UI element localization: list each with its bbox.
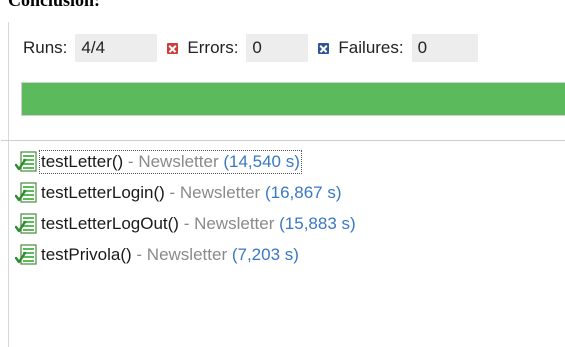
test-method-name: testLetterLogin(): [41, 182, 165, 202]
test-result-text: testLetterLogin() - Newsletter (16,867 s…: [41, 183, 342, 203]
test-separator: -: [131, 244, 147, 264]
test-result-text: testLetterLogOut() - Newsletter (15,883 …: [41, 214, 356, 234]
failure-icon: [318, 42, 330, 54]
test-passed-icon: [14, 181, 39, 204]
test-result-row[interactable]: testLetter() - Newsletter (14,540 s): [14, 146, 356, 177]
test-result-text: testPrivola() - Newsletter (7,203 s): [41, 245, 299, 265]
runs-value: 4/4: [75, 34, 158, 62]
errors-value: 0: [246, 34, 309, 62]
error-icon: [167, 42, 179, 54]
test-method-name: testPrivola(): [41, 244, 132, 264]
test-duration: (15,883 s): [279, 213, 356, 233]
errors-counter: Errors: 0: [167, 34, 309, 62]
test-method-name: testLetterLogOut(): [41, 213, 179, 233]
test-progress-bar: [21, 82, 565, 116]
runs-label: Runs:: [23, 38, 68, 57]
test-duration: (16,867 s): [264, 182, 342, 202]
test-result-row[interactable]: testLetterLogin() - Newsletter (16,867 s…: [14, 177, 356, 208]
junit-panel: Runs: 4/4 Errors: 0 Failures: 0 testLett…: [1, 22, 565, 347]
test-result-row[interactable]: testLetterLogOut() - Newsletter (15,883 …: [14, 208, 356, 239]
test-separator: -: [178, 213, 195, 233]
counters-bar: Runs: 4/4 Errors: 0 Failures: 0: [9, 32, 565, 64]
test-class-name: Newsletter: [194, 213, 275, 233]
test-class-name: Newsletter: [138, 151, 219, 171]
test-class-name: Newsletter: [146, 244, 228, 264]
test-passed-icon: [14, 212, 39, 235]
test-passed-icon: [14, 150, 39, 173]
test-results-list: testLetter() - Newsletter (14,540 s) test…: [14, 146, 356, 270]
divider: [1, 140, 565, 141]
failures-counter: Failures: 0: [318, 34, 478, 62]
test-result-row[interactable]: testPrivola() - Newsletter (7,203 s): [14, 239, 356, 270]
failures-label: Failures:: [338, 38, 404, 57]
errors-label: Errors:: [187, 38, 239, 57]
test-passed-icon: [14, 243, 39, 266]
test-class-name: Newsletter: [179, 182, 261, 202]
document-heading: Conclusion:: [8, 0, 101, 10]
test-separator: -: [123, 151, 139, 171]
test-duration: (14,540 s): [223, 151, 300, 171]
test-result-text: testLetter() - Newsletter (14,540 s): [39, 149, 302, 174]
progress-fill: [22, 83, 565, 115]
failures-value: 0: [411, 34, 478, 62]
runs-counter: Runs: 4/4: [9, 34, 158, 62]
test-method-name: testLetter(): [41, 151, 124, 171]
test-duration: (7,203 s): [231, 244, 299, 264]
junit-view-screenshot: Conclusion: Runs: 4/4 Errors: 0 Failures…: [0, 0, 565, 347]
test-separator: -: [164, 182, 180, 202]
